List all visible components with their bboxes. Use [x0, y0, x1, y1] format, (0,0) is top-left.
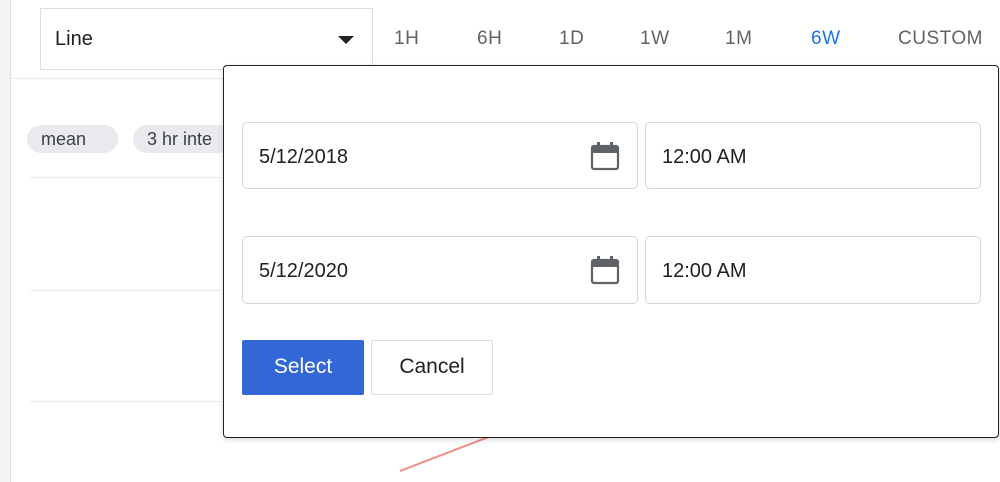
dropdown-caret-icon — [338, 36, 354, 44]
start-time-value: 12:00 AM — [662, 146, 747, 168]
calendar-icon[interactable] — [589, 254, 621, 286]
cancel-button[interactable]: Cancel — [371, 340, 493, 395]
select-button[interactable]: Select — [242, 340, 364, 395]
end-date-field[interactable]: 5/12/2020 — [242, 236, 638, 304]
interval-chip[interactable]: 3 hr inte — [133, 125, 233, 153]
start-time-field[interactable]: 12:00 AM — [645, 122, 981, 189]
end-time-value: 12:00 AM — [662, 260, 747, 282]
range-1h-button[interactable]: 1H — [394, 28, 419, 50]
start-date-value: 5/12/2018 — [259, 146, 348, 168]
chart-type-select[interactable]: Line — [40, 8, 373, 70]
left-gutter — [0, 0, 11, 482]
aggregation-chip[interactable]: mean — [27, 125, 118, 153]
range-1w-button[interactable]: 1W — [640, 28, 670, 50]
chart-type-value: Line — [55, 28, 93, 50]
range-1d-button[interactable]: 1D — [559, 28, 584, 50]
chart-gridline — [30, 401, 220, 402]
end-time-field[interactable]: 12:00 AM — [645, 236, 981, 304]
range-custom-button[interactable]: CUSTOM — [898, 28, 983, 50]
start-date-field[interactable]: 5/12/2018 — [242, 122, 638, 189]
chart-gridline — [30, 177, 220, 178]
range-6w-button[interactable]: 6W — [811, 28, 841, 50]
chart-gridline — [30, 290, 220, 291]
custom-range-dialog: 5/12/2018 12:00 AM 5/12/2020 12:00 AM Se… — [223, 65, 999, 438]
range-6h-button[interactable]: 6H — [477, 28, 502, 50]
calendar-icon[interactable] — [589, 140, 621, 172]
end-date-value: 5/12/2020 — [259, 260, 348, 282]
range-1m-button[interactable]: 1M — [725, 28, 752, 50]
